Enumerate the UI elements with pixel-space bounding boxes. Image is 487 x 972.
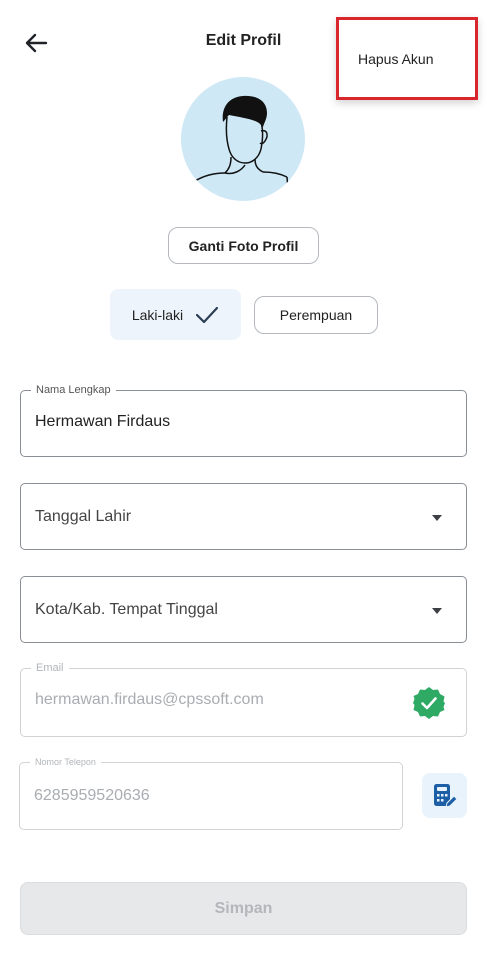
full-name-value: Hermawan Firdaus (35, 413, 171, 430)
gender-male-option[interactable]: Laki-laki (110, 289, 241, 340)
profile-avatar (181, 77, 305, 201)
change-photo-button[interactable]: Ganti Foto Profil (168, 227, 319, 264)
phone-value: 6285959520636 (34, 787, 150, 804)
checkmark-icon (196, 306, 219, 323)
save-button[interactable]: Simpan (20, 882, 467, 935)
birth-date-dropdown[interactable]: Tanggal Lahir (20, 483, 467, 550)
birth-date-placeholder: Tanggal Lahir (35, 508, 132, 525)
caret-down-icon (432, 608, 442, 614)
overflow-menu: Hapus Akun (336, 17, 478, 100)
caret-down-icon (432, 515, 442, 521)
full-name-label: Nama Lengkap (31, 383, 116, 397)
delete-account-menu-item[interactable]: Hapus Akun (358, 51, 434, 67)
person-avatar-icon (194, 95, 290, 201)
phone-label: Nomor Telepon (30, 756, 101, 768)
full-name-field[interactable]: Nama Lengkap Hermawan Firdaus (20, 383, 467, 457)
city-dropdown[interactable]: Kota/Kab. Tempat Tinggal (20, 576, 467, 643)
gender-male-label: Laki-laki (131, 306, 184, 323)
edit-phone-button[interactable] (422, 773, 467, 818)
gender-female-option[interactable]: Perempuan (254, 296, 378, 334)
city-placeholder: Kota/Kab. Tempat Tinggal (35, 601, 218, 618)
edit-phone-icon (433, 783, 458, 808)
verified-badge-icon (413, 687, 445, 719)
email-label: Email (31, 661, 69, 675)
email-field: Email hermawan.firdaus@cpssoft.com (20, 661, 467, 737)
phone-field: Nomor Telepon 6285959520636 (19, 756, 403, 830)
email-value: hermawan.firdaus@cpssoft.com (35, 691, 264, 708)
